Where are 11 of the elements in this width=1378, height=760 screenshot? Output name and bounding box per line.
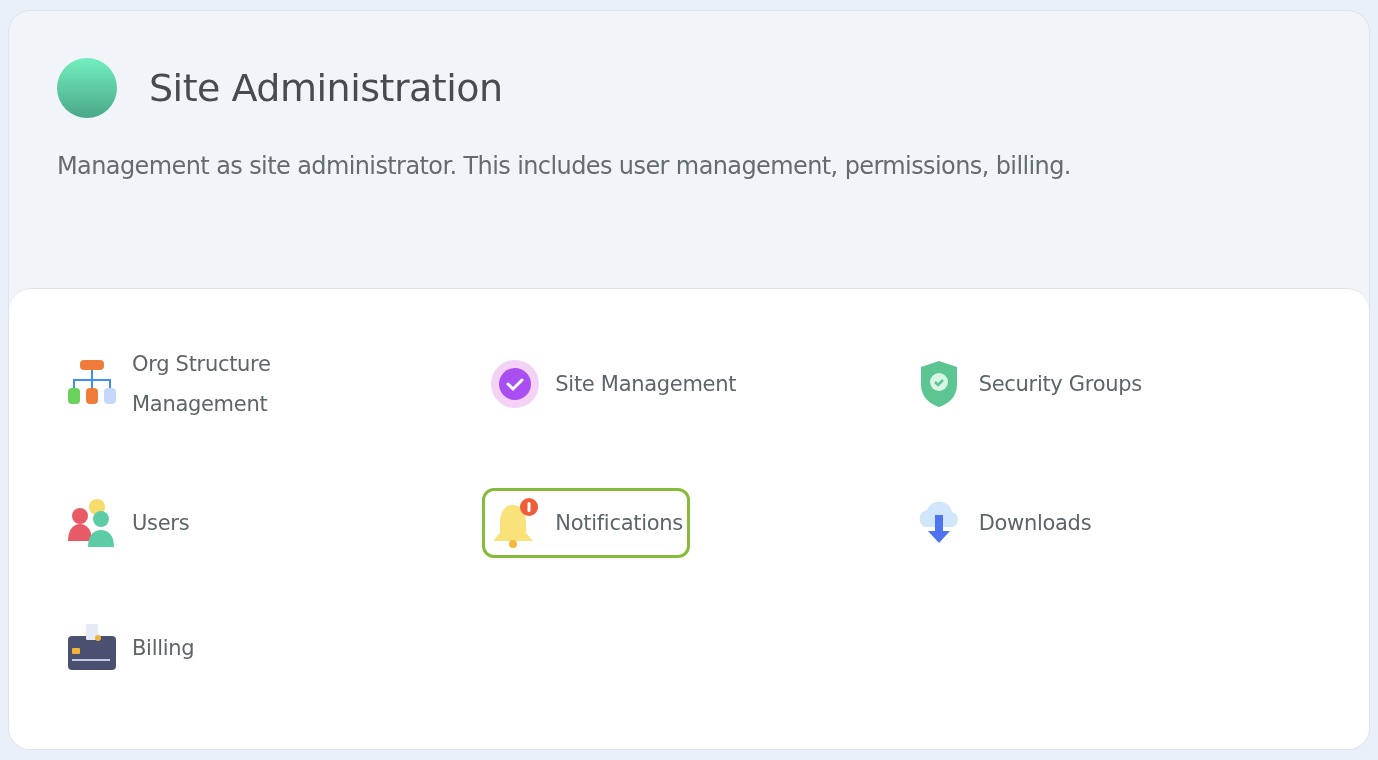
menu-item[interactable]: Security Groups — [905, 335, 1149, 433]
menu-item[interactable]: Site Management — [482, 335, 744, 433]
menu-item[interactable]: Org Structure Management — [59, 335, 339, 433]
page-title: Site Administration — [149, 66, 503, 110]
menu-item[interactable]: Users — [59, 488, 197, 558]
menu-item[interactable]: Billing — [59, 613, 202, 683]
gear-check-icon — [489, 358, 542, 410]
menu-item[interactable]: Downloads — [905, 488, 1099, 558]
status-dot-icon — [57, 58, 117, 118]
menu-item[interactable]: Notifications — [482, 488, 690, 558]
page-description: Management as site administrator. This includes user management, permissions, billing. — [57, 152, 1072, 180]
